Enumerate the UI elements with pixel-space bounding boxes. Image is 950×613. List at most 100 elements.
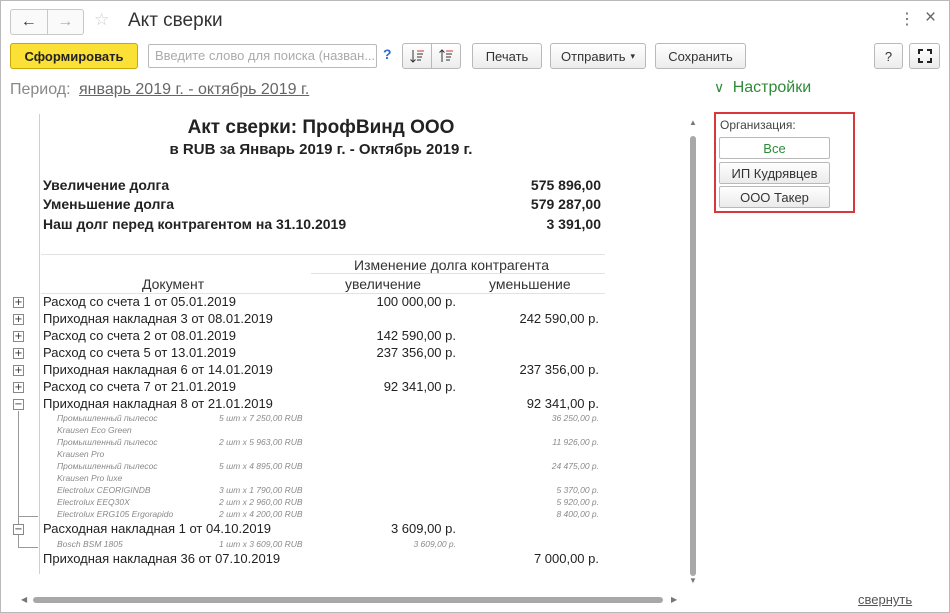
table-row: − Расходная накладная 1 от 04.10.2019 3 … (1, 521, 701, 538)
chevron-down-icon: ∨ (714, 79, 725, 95)
more-menu-icon[interactable]: ⋮ (899, 9, 915, 29)
sort-descending-icon (439, 49, 453, 62)
document-link[interactable]: Приходная накладная 3 от 08.01.2019 (43, 311, 273, 326)
column-group-header: Изменение долга контрагента (354, 257, 550, 273)
dropdown-arrow-icon: ▾ (630, 50, 635, 61)
item-quantity: 1 шт x 3 609,00 RUB (219, 539, 303, 549)
table-row: + Расход со счета 2 от 08.01.2019 142 59… (1, 328, 701, 345)
increase-value: 237 356,00 р. (376, 345, 456, 360)
detail-row: Промышленный пылесос 5 шт x 4 895,00 RUB… (1, 461, 701, 473)
summary-value: 3 391,00 (546, 216, 602, 232)
item-sum: 5 370,00 р. (556, 485, 599, 495)
detail-row: Krausen Pro luxe (1, 473, 701, 485)
window-title: Акт сверки (128, 10, 223, 31)
scroll-right-icon[interactable]: ▶ (671, 595, 677, 604)
scroll-left-icon[interactable]: ◀ (21, 595, 27, 604)
item-name: Krausen Eco Green (57, 425, 132, 435)
detail-row: Krausen Pro (1, 449, 701, 461)
table-row: Приходная накладная 36 от 07.10.2019 7 0… (1, 551, 701, 568)
decrease-value: 92 341,00 р. (526, 396, 599, 411)
org-option-ooo-taker[interactable]: ООО Такер (719, 186, 830, 208)
report-title: Акт сверки: ПрофВинд ООО (187, 117, 455, 138)
item-name: Krausen Pro (57, 449, 105, 459)
expand-icon[interactable]: + (13, 331, 24, 342)
horizontal-scroll-thumb[interactable] (33, 597, 663, 603)
print-button[interactable]: Печать (472, 43, 542, 69)
item-quantity: 2 шт x 2 960,00 RUB (219, 497, 303, 507)
arrow-left-icon: ← (20, 13, 37, 30)
period-label: Период: (10, 81, 71, 98)
decrease-value: 7 000,00 р. (533, 551, 599, 566)
item-name: Промышленный пылесос (57, 461, 158, 471)
arrow-right-icon: → (57, 13, 74, 30)
back-button[interactable]: ← (11, 10, 48, 34)
document-link[interactable]: Расход со счета 5 от 13.01.2019 (43, 345, 236, 360)
column-header-decrease: уменьшение (489, 276, 571, 292)
close-icon[interactable]: × (925, 7, 936, 29)
item-name: Electrolux EEQ30X (57, 497, 130, 507)
collapse-icon[interactable]: − (13, 399, 24, 410)
expand-icon[interactable]: + (13, 297, 24, 308)
item-name: Krausen Pro luxe (57, 473, 123, 483)
item-sum: 8 400,00 р. (556, 509, 599, 519)
collapse-icon[interactable]: − (13, 524, 24, 535)
increase-value: 3 609,00 р. (390, 521, 456, 536)
fullscreen-button[interactable] (909, 43, 940, 69)
detail-row: Krausen Eco Green (1, 425, 701, 437)
header-divider (311, 273, 605, 274)
detail-row: Electrolux CEORIGINDB 3 шт x 1 790,00 RU… (1, 485, 701, 497)
document-link[interactable]: Приходная накладная 8 от 21.01.2019 (43, 396, 273, 411)
sort-asc-button[interactable] (402, 43, 432, 69)
decrease-value: 242 590,00 р. (519, 311, 599, 326)
horizontal-scrollbar[interactable]: ◀ ▶ (21, 593, 681, 607)
detail-row: Промышленный пылесос 2 шт x 5 963,00 RUB… (1, 437, 701, 449)
period-selector[interactable]: январь 2019 г. - октябрь 2019 г. (79, 81, 309, 99)
vertical-scroll-thumb[interactable] (690, 136, 696, 576)
organization-filter: Организация: Все ИП Кудрявцев ООО Такер (714, 112, 855, 213)
collapse-link[interactable]: свернуть (858, 592, 912, 607)
table-row: + Расход со счета 1 от 05.01.2019 100 00… (1, 294, 701, 311)
expand-icon[interactable]: + (13, 382, 24, 393)
document-link[interactable]: Расход со счета 2 от 08.01.2019 (43, 328, 236, 343)
document-link[interactable]: Расход со счета 1 от 05.01.2019 (43, 294, 236, 309)
organization-label: Организация: (720, 118, 796, 132)
save-button[interactable]: Сохранить (655, 43, 746, 69)
send-button-label: Отправить (561, 48, 626, 64)
expand-icon[interactable]: + (13, 314, 24, 325)
sort-desc-button[interactable] (431, 43, 461, 69)
item-quantity: 3 шт x 1 790,00 RUB (219, 485, 303, 495)
document-link[interactable]: Расходная накладная 1 от 04.10.2019 (43, 521, 271, 536)
item-sum: 24 475,00 р. (551, 461, 599, 471)
header-divider (41, 254, 605, 255)
increase-value: 142 590,00 р. (376, 328, 456, 343)
org-option-all[interactable]: Все (719, 137, 830, 159)
send-button[interactable]: Отправить ▾ (550, 43, 646, 69)
scroll-down-icon[interactable]: ▼ (689, 576, 697, 585)
expand-icon[interactable]: + (13, 365, 24, 376)
increase-value: 100 000,00 р. (376, 294, 456, 309)
document-link[interactable]: Расход со счета 7 от 21.01.2019 (43, 379, 236, 394)
document-link[interactable]: Приходная накладная 6 от 14.01.2019 (43, 362, 273, 377)
settings-label: Настройки (732, 79, 812, 96)
table-row: + Расход со счета 7 от 21.01.2019 92 341… (1, 379, 701, 396)
item-quantity: 5 шт x 7 250,00 RUB (219, 413, 303, 423)
org-option-ip-kudryavtsev[interactable]: ИП Кудрявцев (719, 162, 830, 184)
search-input[interactable]: Введите слово для поиска (назван... (148, 44, 377, 68)
generate-button[interactable]: Сформировать (10, 43, 138, 69)
search-help-icon[interactable]: ? (383, 46, 392, 62)
vertical-scrollbar[interactable]: ▲ ▼ (687, 118, 699, 588)
column-header-document: Документ (142, 276, 205, 292)
item-name: Electrolux CEORIGINDB (57, 485, 151, 495)
document-link[interactable]: Приходная накладная 36 от 07.10.2019 (43, 551, 280, 566)
scroll-up-icon[interactable]: ▲ (689, 118, 697, 127)
item-sum: 36 250,00 р. (551, 413, 599, 423)
summary-label: Уменьшение долга (43, 196, 175, 212)
favorite-star-icon[interactable]: ☆ (94, 10, 109, 30)
settings-toggle[interactable]: ∨ Настройки (714, 79, 811, 97)
expand-icon[interactable]: + (13, 348, 24, 359)
item-sum: 3 609,00 р. (413, 539, 456, 549)
sort-ascending-icon (410, 50, 424, 63)
detail-row: Electrolux ERG105 Ergorapido 2 шт x 4 20… (1, 509, 701, 521)
help-button[interactable]: ? (874, 43, 903, 69)
forward-button[interactable]: → (48, 10, 84, 34)
